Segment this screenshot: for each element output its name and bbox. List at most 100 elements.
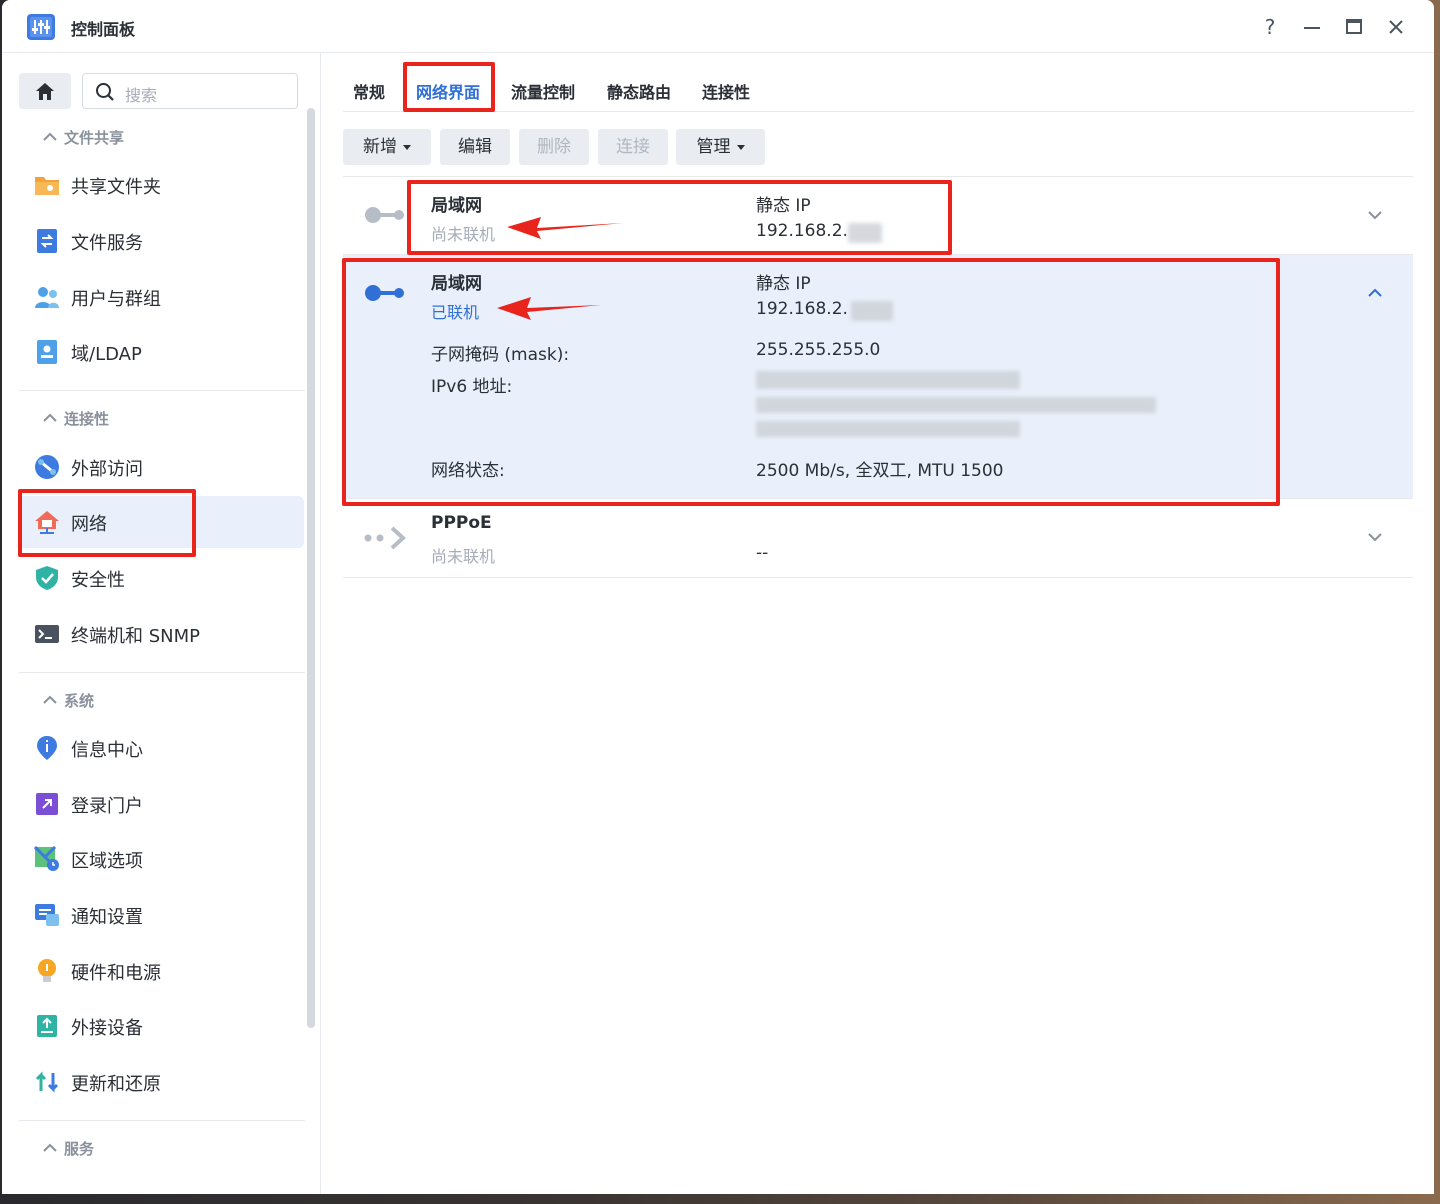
domain-ldap-icon	[37, 340, 57, 364]
window-title: 控制面板	[71, 20, 136, 39]
sidebar-item-label: 安全性	[71, 570, 125, 591]
folder-icon	[35, 177, 59, 195]
sidebar-item-label: 外部访问	[71, 459, 143, 480]
edit-button[interactable]: 编辑	[440, 129, 510, 165]
sidebar-item-label: 通知设置	[71, 907, 143, 928]
chevron-down-icon[interactable]	[1365, 205, 1385, 225]
sidebar-item-terminal-snmp[interactable]: 终端机和 SNMP	[18, 608, 304, 660]
group-header-file-sharing[interactable]: 文件共享	[40, 127, 124, 148]
terminal-icon	[35, 625, 59, 643]
sidebar-item-notifications[interactable]: 通知设置	[18, 889, 304, 941]
divider	[19, 390, 305, 391]
sidebar-item-regional-options[interactable]: 区域选项	[18, 833, 304, 885]
sidebar-scrollbar[interactable]	[307, 108, 315, 1028]
close-button[interactable]	[1383, 14, 1409, 40]
sidebar-item-security[interactable]: 安全性	[18, 552, 304, 604]
lightbulb-icon	[38, 959, 56, 982]
sidebar: 搜索 文件共享 共享文件夹 文件服务 用户与群组 域/LDAP 连接性 外部访问…	[2, 53, 321, 1194]
net-status-label: 网络状态:	[431, 461, 505, 481]
main-panel: 常规 网络界面 流量控制 静态路由 连接性 新增 编辑 删除 连接 管理 局域网…	[321, 53, 1434, 1194]
interface-row-lan2[interactable]: 局域网 已联机 静态 IP 192.168.2. 子网掩码 (mask): 25…	[343, 254, 1413, 498]
annotation-arrow-icon	[497, 297, 601, 320]
caret-down-icon	[736, 144, 745, 150]
sidebar-item-file-services[interactable]: 文件服务	[18, 215, 304, 267]
search-input[interactable]: 搜索	[82, 73, 298, 109]
update-arrows-icon	[35, 1071, 59, 1093]
interface-row-pppoe[interactable]: PPPoE 尚未联机 --	[343, 498, 1413, 578]
subnet-label: 子网掩码 (mask):	[431, 345, 570, 365]
map-clock-icon	[34, 846, 59, 871]
group-header-connectivity[interactable]: 连接性	[40, 408, 109, 429]
sidebar-item-shared-folder[interactable]: 共享文件夹	[18, 159, 304, 211]
interface-name: 局域网	[431, 274, 482, 294]
sidebar-item-login-portal[interactable]: 登录门户	[18, 778, 304, 830]
tab-network-interface[interactable]: 网络界面	[416, 79, 480, 103]
group-header-system[interactable]: 系统	[40, 690, 94, 711]
group-header-services[interactable]: 服务	[40, 1138, 94, 1159]
chevron-down-icon[interactable]	[1365, 527, 1385, 547]
minimize-button[interactable]	[1299, 14, 1325, 40]
sidebar-item-label: 外接设备	[71, 1018, 143, 1039]
redacted-ipv6-1	[756, 371, 1020, 389]
interface-status: 已联机	[431, 303, 480, 322]
maximize-button[interactable]	[1341, 14, 1367, 40]
add-button-label: 新增	[363, 137, 397, 157]
sidebar-item-label: 登录门户	[71, 796, 143, 817]
info-pin-icon	[37, 736, 57, 760]
sidebar-item-update-restore[interactable]: 更新和还原	[18, 1056, 304, 1108]
notification-icon	[35, 904, 59, 926]
sidebar-item-label: 网络	[71, 514, 107, 535]
connect-button[interactable]: 连接	[598, 129, 668, 165]
tab-bar: 常规 网络界面 流量控制 静态路由 连接性	[343, 65, 1414, 112]
sidebar-item-label: 更新和还原	[71, 1074, 161, 1095]
tab-static-route[interactable]: 静态路由	[607, 79, 671, 103]
external-access-icon	[35, 455, 59, 479]
sidebar-item-domain-ldap[interactable]: 域/LDAP	[18, 326, 304, 378]
ip-address: 192.168.2.	[756, 221, 848, 241]
tab-general[interactable]: 常规	[353, 79, 385, 103]
caret-down-icon	[403, 144, 411, 150]
sidebar-item-external-access[interactable]: 外部访问	[18, 441, 304, 493]
redacted-ipv6-2	[756, 397, 1156, 413]
chevron-up-icon	[43, 695, 57, 704]
file-services-icon	[37, 229, 57, 253]
network-house-icon	[35, 511, 59, 534]
ipv6-label: IPv6 地址:	[431, 377, 513, 397]
tab-traffic-control[interactable]: 流量控制	[511, 79, 575, 103]
tab-connectivity[interactable]: 连接性	[702, 79, 750, 103]
redacted-ipv6-3	[756, 421, 1020, 437]
help-button[interactable]: ?	[1257, 14, 1283, 40]
pppoe-icon	[364, 526, 406, 550]
sidebar-item-label: 域/LDAP	[71, 344, 142, 365]
sidebar-item-users-groups[interactable]: 用户与群组	[18, 271, 304, 323]
group-title: 连接性	[64, 410, 110, 428]
chevron-up-icon	[43, 413, 57, 422]
lan-connected-icon	[365, 285, 404, 301]
sidebar-item-label: 硬件和电源	[71, 963, 161, 984]
delete-button[interactable]: 删除	[519, 129, 589, 165]
sidebar-item-label: 文件服务	[71, 233, 143, 254]
sidebar-item-info-center[interactable]: 信息中心	[18, 722, 304, 774]
add-button[interactable]: 新增	[343, 129, 431, 165]
divider	[19, 1120, 305, 1121]
shield-icon	[36, 566, 58, 590]
group-title: 系统	[64, 692, 95, 710]
group-title: 服务	[64, 1140, 95, 1158]
sidebar-item-label: 共享文件夹	[71, 177, 161, 198]
chevron-up-icon[interactable]	[1365, 283, 1385, 303]
redacted-ip	[848, 223, 882, 243]
users-icon	[35, 287, 59, 308]
sidebar-item-network[interactable]: 网络	[18, 496, 304, 548]
title-bar: 控制面板 ?	[2, 0, 1434, 53]
ip-mode: 静态 IP	[756, 196, 811, 216]
sidebar-item-label: 信息中心	[71, 740, 143, 761]
interface-name: PPPoE	[431, 513, 492, 533]
ip-address: --	[756, 543, 769, 563]
sidebar-item-hardware-power[interactable]: 硬件和电源	[18, 945, 304, 997]
sidebar-item-external-devices[interactable]: 外接设备	[18, 1000, 304, 1052]
manage-button[interactable]: 管理	[676, 129, 765, 165]
chevron-up-icon	[43, 1143, 57, 1152]
interface-row-lan1[interactable]: 局域网 尚未联机 静态 IP 192.168.2.	[343, 176, 1413, 254]
ip-mode: 静态 IP	[756, 274, 811, 294]
home-button[interactable]	[19, 73, 71, 109]
